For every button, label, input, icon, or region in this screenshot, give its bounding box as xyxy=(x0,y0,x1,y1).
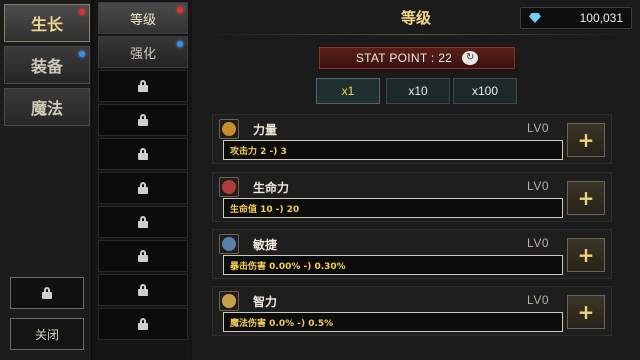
sub-tab-label: 强化 xyxy=(129,46,156,62)
stat-point-bar: STAT POINT : 22 ↻ xyxy=(318,46,516,70)
close-button[interactable]: 关闭 xyxy=(10,318,84,350)
sub-tab-locked[interactable] xyxy=(98,104,188,136)
stat-row-strength: 力量 LV0 攻击力 2 -) 3 + xyxy=(212,114,612,164)
category-column: 生长 装备 魔法 关闭 xyxy=(0,0,92,360)
sub-tab-locked[interactable] xyxy=(98,274,188,306)
stat-row-intelligence: 智力 LV0 魔法伤害 0.0% -) 0.5% + xyxy=(212,286,612,336)
category-tab-magic[interactable]: 魔法 xyxy=(4,88,90,126)
lock-icon xyxy=(138,284,148,296)
fist-icon xyxy=(219,119,239,139)
brain-icon xyxy=(219,291,239,311)
stat-description-box: 暴击伤害 0.00% -) 0.30% xyxy=(223,255,563,275)
stat-name: 生命力 xyxy=(253,181,290,195)
multiplier-x100-button[interactable]: x100 xyxy=(453,78,517,104)
multiplier-x1-button[interactable]: x1 xyxy=(316,78,380,104)
notification-dot xyxy=(177,41,183,47)
category-label: 装备 xyxy=(30,57,63,76)
stat-name: 智力 xyxy=(253,295,278,309)
add-agility-button[interactable]: + xyxy=(567,238,605,272)
reset-icon[interactable]: ↻ xyxy=(462,51,479,65)
sub-tab-locked[interactable] xyxy=(98,70,188,102)
sub-tab-locked[interactable] xyxy=(98,138,188,170)
stat-level: LV0 xyxy=(527,293,549,307)
stat-description: 攻击力 2 -) 3 xyxy=(230,146,287,157)
stat-point-label: STAT POINT : 22 xyxy=(355,51,453,65)
sub-tab-enhance[interactable]: 强化 xyxy=(98,36,188,68)
sub-tab-column: 等级 强化 xyxy=(96,0,190,360)
category-label: 魔法 xyxy=(30,99,63,118)
sub-tab-locked[interactable] xyxy=(98,206,188,238)
stat-description-box: 生命值 10 -) 20 xyxy=(223,198,563,218)
sub-tab-label: 等级 xyxy=(129,12,156,28)
lock-icon xyxy=(138,182,148,194)
add-vitality-button[interactable]: + xyxy=(567,181,605,215)
stat-level: LV0 xyxy=(527,121,549,135)
sub-tab-locked[interactable] xyxy=(98,308,188,340)
stat-description: 生命值 10 -) 20 xyxy=(230,204,300,215)
stat-name: 敏捷 xyxy=(253,238,278,252)
stat-description-box: 魔法伤害 0.0% -) 0.5% xyxy=(223,312,563,332)
lock-button[interactable] xyxy=(10,277,84,309)
notification-dot xyxy=(79,9,85,15)
lock-icon xyxy=(138,80,148,92)
gem-icon xyxy=(529,13,541,23)
gem-amount: 100,031 xyxy=(579,11,623,25)
add-intelligence-button[interactable]: + xyxy=(567,295,605,329)
stat-name: 力量 xyxy=(253,123,278,137)
stat-level: LV0 xyxy=(527,236,549,250)
sub-tab-locked[interactable] xyxy=(98,172,188,204)
stat-level: LV0 xyxy=(527,179,549,193)
heart-icon xyxy=(219,177,239,197)
level-panel: 等级 100,031 STAT POINT : 22 ↻ x1 x10 x100… xyxy=(192,0,640,360)
title-divider xyxy=(200,34,632,35)
category-tab-equipment[interactable]: 装备 xyxy=(4,46,90,84)
lock-icon xyxy=(138,216,148,228)
lock-icon xyxy=(138,318,148,330)
stat-row-agility: 敏捷 LV0 暴击伤害 0.00% -) 0.30% + xyxy=(212,229,612,279)
lock-icon xyxy=(42,287,52,299)
notification-dot xyxy=(177,7,183,13)
lock-icon xyxy=(138,250,148,262)
multiplier-x10-button[interactable]: x10 xyxy=(386,78,450,104)
lock-icon xyxy=(138,114,148,126)
stat-description: 暴击伤害 0.00% -) 0.30% xyxy=(230,261,346,272)
add-strength-button[interactable]: + xyxy=(567,123,605,157)
sub-tab-level[interactable]: 等级 xyxy=(98,2,188,34)
notification-dot xyxy=(79,51,85,57)
dagger-icon xyxy=(219,234,239,254)
sub-tab-locked[interactable] xyxy=(98,240,188,272)
stat-row-vitality: 生命力 LV0 生命值 10 -) 20 + xyxy=(212,172,612,222)
stat-description: 魔法伤害 0.0% -) 0.5% xyxy=(230,318,334,329)
category-label: 生长 xyxy=(30,15,63,34)
lock-icon xyxy=(138,148,148,160)
close-label: 关闭 xyxy=(34,327,59,342)
gem-currency: 100,031 xyxy=(520,7,632,29)
stat-description-box: 攻击力 2 -) 3 xyxy=(223,140,563,160)
category-tab-growth[interactable]: 生长 xyxy=(4,4,90,42)
